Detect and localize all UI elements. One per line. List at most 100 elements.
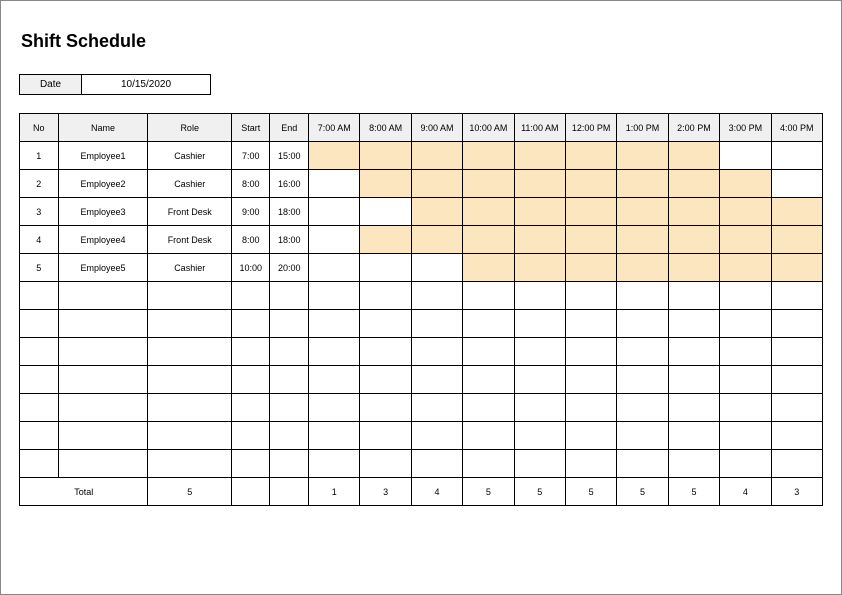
empty-cell [309,450,360,478]
shift-cell [309,142,360,170]
shift-cell [720,170,771,198]
shift-cell [668,254,719,282]
header-hour: 4:00 PM [771,114,822,142]
shift-cell [360,142,411,170]
cell-start: 8:00 [231,170,270,198]
empty-cell [720,282,771,310]
empty-cell [231,450,270,478]
header-hour: 3:00 PM [720,114,771,142]
shift-cell [411,170,462,198]
empty-cell [270,366,309,394]
empty-cell [148,450,232,478]
empty-cell [231,422,270,450]
empty-cell [231,366,270,394]
empty-cell [668,282,719,310]
total-label: Total [20,478,148,506]
shift-cell [411,226,462,254]
header-hour: 1:00 PM [617,114,668,142]
empty-cell [720,366,771,394]
total-count: 5 [463,478,514,506]
page-title: Shift Schedule [21,31,823,52]
shift-cell [514,142,565,170]
cell-name: Employee4 [58,226,148,254]
empty-cell [565,394,616,422]
empty-cell [463,338,514,366]
shift-cell [617,142,668,170]
empty-cell [148,282,232,310]
cell-end: 18:00 [270,226,309,254]
date-box: Date 10/15/2020 [19,74,823,95]
empty-cell [463,310,514,338]
empty-cell [360,310,411,338]
empty-cell [463,366,514,394]
empty-cell [668,422,719,450]
empty-cell [565,310,616,338]
empty-cell [270,450,309,478]
empty-cell [514,310,565,338]
header-hour: 7:00 AM [309,114,360,142]
cell-end: 16:00 [270,170,309,198]
shift-cell [463,226,514,254]
cell-start: 10:00 [231,254,270,282]
empty-cell [58,338,148,366]
shift-cell [463,254,514,282]
cell-no: 5 [20,254,59,282]
empty-cell [668,338,719,366]
shift-cell [668,142,719,170]
shift-cell [463,142,514,170]
table-row-empty [20,282,823,310]
shift-cell [411,254,462,282]
empty-cell [231,394,270,422]
shift-cell [514,198,565,226]
empty-cell [411,394,462,422]
empty-cell [148,338,232,366]
empty-cell [58,282,148,310]
shift-cell [309,254,360,282]
empty-cell [309,338,360,366]
shift-cell [668,226,719,254]
empty-cell [360,422,411,450]
empty-cell [411,366,462,394]
shift-cell [360,170,411,198]
cell-start: 8:00 [231,226,270,254]
empty-cell [617,310,668,338]
shift-cell [309,226,360,254]
shift-cell [565,226,616,254]
empty-cell [20,366,59,394]
shift-cell [309,198,360,226]
empty-cell [20,338,59,366]
total-count: 3 [771,478,822,506]
header-row: No Name Role Start End 7:00 AM 8:00 AM 9… [20,114,823,142]
date-value: 10/15/2020 [81,74,211,95]
shift-cell [617,254,668,282]
empty-cell [720,338,771,366]
shift-cell [463,170,514,198]
header-hour: 8:00 AM [360,114,411,142]
empty-cell [565,422,616,450]
empty-cell [617,422,668,450]
cell-name: Employee5 [58,254,148,282]
empty-cell [309,366,360,394]
shift-cell [771,198,822,226]
empty-cell [565,450,616,478]
shift-cell [720,226,771,254]
empty-cell [148,422,232,450]
total-count: 5 [617,478,668,506]
cell-start: 9:00 [231,198,270,226]
table-row: 1Employee1Cashier7:0015:00 [20,142,823,170]
shift-cell [565,170,616,198]
table-row: 3Employee3Front Desk9:0018:00 [20,198,823,226]
empty-cell [771,450,822,478]
shift-cell [771,142,822,170]
empty-cell [58,366,148,394]
table-row: 5Employee5Cashier10:0020:00 [20,254,823,282]
empty-cell [309,422,360,450]
table-row-empty [20,450,823,478]
empty-cell [617,338,668,366]
empty-cell [771,366,822,394]
total-count: 1 [309,478,360,506]
cell-end: 20:00 [270,254,309,282]
empty-cell [58,310,148,338]
shift-cell [565,142,616,170]
empty-cell [148,310,232,338]
